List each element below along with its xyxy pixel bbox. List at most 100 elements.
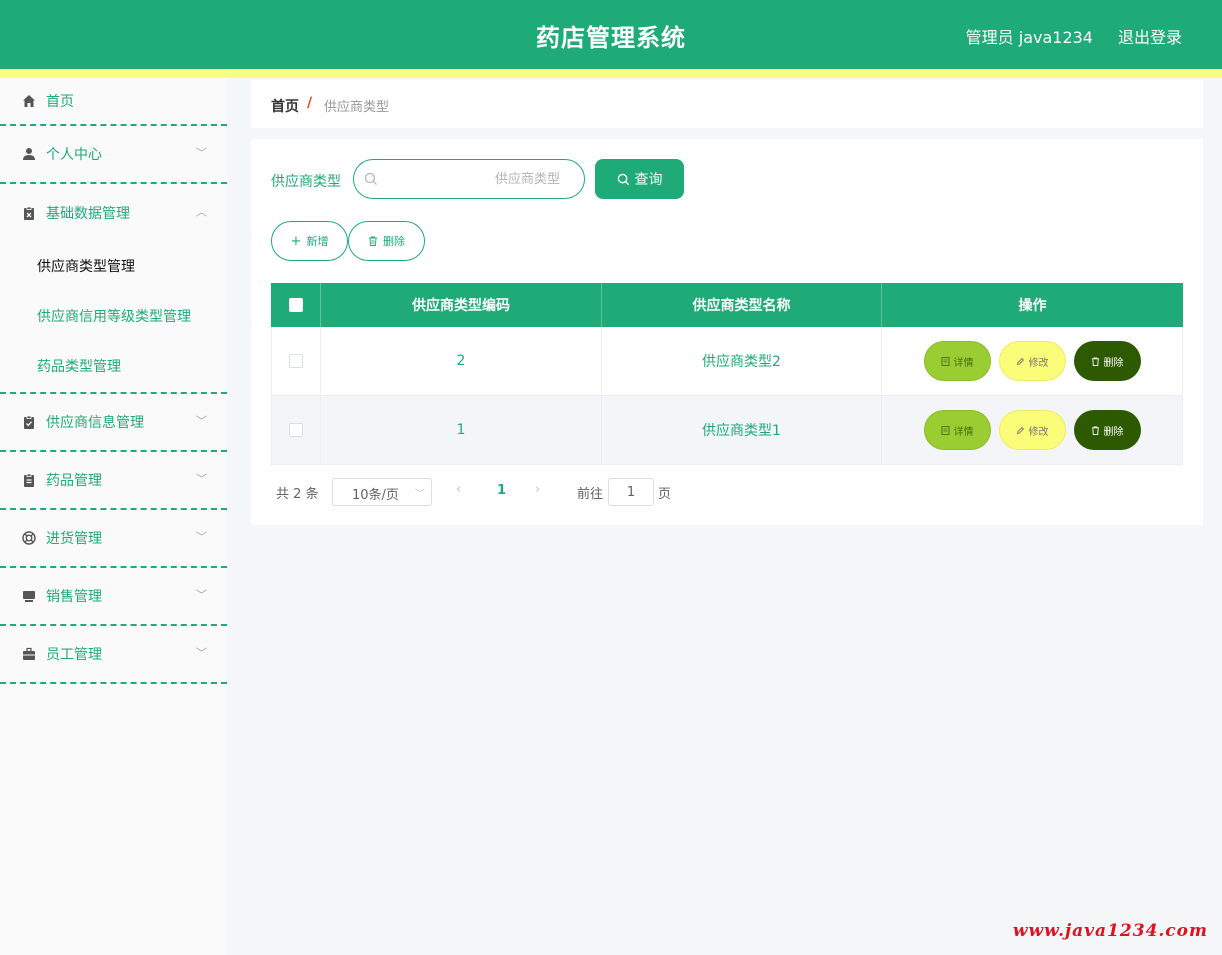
column-header-code[interactable]: 供应商类型编码	[321, 283, 602, 327]
top-header: 药店管理系统 管理员 java1234 退出登录	[0, 0, 1222, 69]
prev-page-button[interactable]: ‹	[456, 482, 461, 497]
sidebar-item-drug[interactable]: 药品管理 ﹀	[0, 452, 227, 510]
table-header: 供应商类型编码 供应商类型名称 操作	[271, 283, 1183, 327]
detail-button-label: 详情	[953, 426, 974, 438]
data-table: 供应商类型编码 供应商类型名称 操作 2 供应商类型2 详情 修改 删除 1 供…	[271, 283, 1183, 465]
chevron-down-icon: ﹀	[415, 489, 425, 500]
cell-code: 1	[321, 396, 602, 464]
sidebar-subitem-supplier-type[interactable]: 供应商类型管理	[0, 242, 227, 292]
table-row: 2 供应商类型2 详情 修改 删除	[271, 327, 1183, 396]
next-page-button[interactable]: ›	[535, 482, 540, 497]
page-label: 页	[658, 487, 672, 502]
sidebar-item-label: 首页	[46, 94, 74, 110]
list-clipboard-icon	[22, 473, 36, 487]
cell-actions: 详情 修改 删除	[882, 327, 1183, 395]
sidebar-subitem-credit-level[interactable]: 供应商信用等级类型管理	[0, 292, 227, 342]
sidebar-item-purchase[interactable]: 进货管理 ﹀	[0, 510, 227, 568]
query-button-label: 查询	[634, 172, 663, 188]
sidebar-item-home[interactable]: 首页	[0, 78, 227, 126]
row-delete-button-label: 删除	[1103, 357, 1124, 369]
goto-page-input[interactable]	[608, 478, 654, 506]
chevron-down-icon: ﹀	[196, 530, 207, 544]
cell-name: 供应商类型2	[602, 327, 882, 395]
detail-button[interactable]: 详情	[923, 410, 991, 450]
chevron-up-icon: ︿	[196, 205, 207, 219]
detail-button[interactable]: 详情	[923, 341, 991, 381]
edit-button-label: 修改	[1028, 357, 1049, 369]
sidebar-item-label: 销售管理	[46, 589, 102, 605]
page-size-value: 10条/页	[352, 488, 399, 503]
chevron-down-icon: ﹀	[196, 472, 207, 486]
sidebar-subitem-drug-type[interactable]: 药品类型管理	[0, 342, 227, 392]
sidebar-item-label: 员工管理	[46, 647, 102, 663]
detail-button-label: 详情	[953, 357, 974, 369]
main-panel: 供应商类型 查询 + 新增 删除 供应商类型编码 供应商类型名称 操作 2 供应…	[251, 139, 1203, 525]
table-row: 1 供应商类型1 详情 修改 删除	[271, 396, 1183, 465]
edit-button[interactable]: 修改	[998, 410, 1066, 450]
logout-link[interactable]: 退出登录	[1118, 24, 1182, 48]
pencil-icon	[1016, 426, 1024, 434]
row-delete-button-label: 删除	[1103, 426, 1124, 438]
header-stripe	[0, 69, 1222, 78]
chevron-down-icon: ﹀	[196, 646, 207, 660]
cell-code: 2	[321, 327, 602, 395]
row-delete-button[interactable]: 删除	[1073, 341, 1141, 381]
chevron-down-icon: ﹀	[196, 588, 207, 602]
row-select-cell	[271, 396, 321, 464]
edit-button[interactable]: 修改	[998, 341, 1066, 381]
sidebar-item-label: 供应商信息管理	[46, 415, 144, 431]
home-icon	[22, 94, 36, 108]
page-number-current[interactable]: 1	[497, 483, 506, 498]
search-icon	[617, 173, 629, 185]
column-header-actions: 操作	[1018, 298, 1047, 314]
select-all-checkbox[interactable]	[288, 298, 303, 312]
trash-icon	[369, 236, 377, 246]
document-icon	[941, 425, 949, 435]
query-button[interactable]: 查询	[595, 159, 684, 199]
delete-button[interactable]: 删除	[348, 221, 425, 261]
page-size-select[interactable]: 10条/页 ﹀	[332, 478, 432, 506]
goto-label: 前往	[577, 487, 604, 502]
search-input[interactable]	[390, 168, 560, 190]
lifebuoy-icon	[22, 531, 36, 545]
sidebar-item-label: 基础数据管理	[46, 206, 130, 222]
sidebar: 首页 个人中心 ﹀ 基础数据管理 ︿ 供应商类型管理 供应商信用等级类型管理 药…	[0, 78, 227, 955]
select-all-cell	[271, 283, 321, 327]
breadcrumb-home[interactable]: 首页	[271, 96, 299, 116]
basic-data-submenu: 供应商类型管理 供应商信用等级类型管理 药品类型管理	[0, 242, 227, 394]
delete-button-label: 删除	[383, 235, 405, 248]
breadcrumb-separator: /	[307, 95, 313, 111]
column-header-name[interactable]: 供应商类型名称	[602, 283, 882, 327]
add-button[interactable]: + 新增	[271, 221, 348, 261]
sidebar-item-basic-data[interactable]: 基础数据管理 ︿	[0, 184, 227, 242]
row-delete-button[interactable]: 删除	[1073, 410, 1141, 450]
monitor-icon	[22, 589, 36, 603]
plus-icon: +	[290, 233, 302, 249]
sidebar-item-label: 进货管理	[46, 531, 102, 547]
pagination-total: 共 2 条	[276, 487, 319, 502]
cell-actions: 详情 修改 删除	[882, 396, 1183, 464]
trash-icon	[1091, 356, 1099, 366]
trash-icon	[1091, 425, 1099, 435]
cell-name: 供应商类型1	[602, 396, 882, 464]
sidebar-item-label: 药品管理	[46, 473, 102, 489]
search-label: 供应商类型	[271, 174, 341, 190]
sidebar-item-sales[interactable]: 销售管理 ﹀	[0, 568, 227, 626]
search-icon	[364, 171, 378, 185]
pagination: 共 2 条 10条/页 ﹀ ‹ 1 › 前往 页	[271, 478, 771, 506]
watermark: www.java1234.com	[1012, 921, 1208, 941]
row-checkbox[interactable]	[289, 354, 303, 368]
clipboard-check-icon	[22, 415, 36, 429]
search-field[interactable]	[353, 159, 585, 199]
user-info: 管理员 java1234	[965, 28, 1093, 47]
edit-button-label: 修改	[1028, 426, 1049, 438]
chevron-down-icon: ﹀	[196, 146, 207, 160]
sidebar-item-staff[interactable]: 员工管理 ﹀	[0, 626, 227, 684]
row-select-cell	[271, 327, 321, 395]
breadcrumb-current: 供应商类型	[324, 100, 390, 115]
sidebar-item-personal[interactable]: 个人中心 ﹀	[0, 126, 227, 184]
document-icon	[941, 356, 949, 366]
sidebar-item-supplier-info[interactable]: 供应商信息管理 ﹀	[0, 394, 227, 452]
breadcrumb: 首页 / 供应商类型	[251, 80, 1203, 128]
row-checkbox[interactable]	[289, 423, 303, 437]
